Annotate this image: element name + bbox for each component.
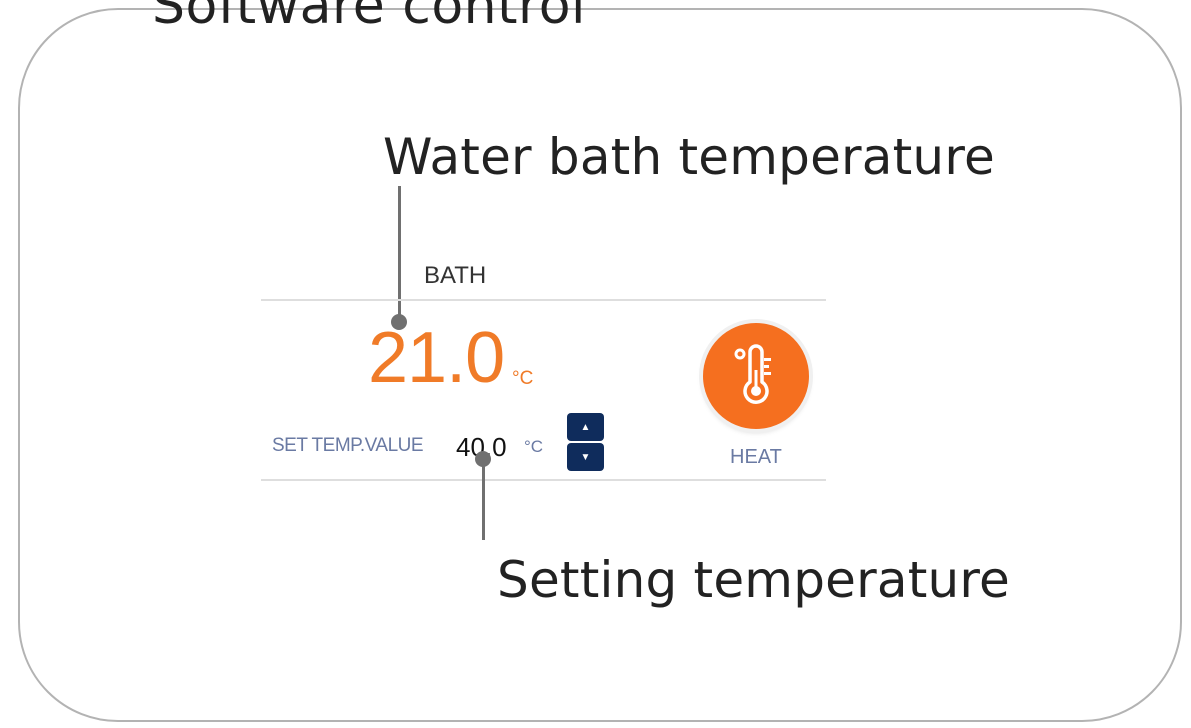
- current-temperature-unit: °C: [512, 368, 534, 389]
- stepper-down-button[interactable]: ▼: [567, 443, 604, 471]
- panel-divider-top: [261, 299, 826, 301]
- frame-title: Software control: [152, 0, 587, 36]
- chevron-down-icon: ▼: [580, 451, 591, 463]
- water-bath-callout: Water bath temperature: [383, 128, 995, 186]
- stepper-up-button[interactable]: ▲: [567, 413, 604, 441]
- water-bath-leader-line: [398, 186, 401, 322]
- software-control-frame: Software control: [18, 0, 1182, 722]
- setting-leader-line: [482, 458, 485, 540]
- bath-label: BATH: [424, 262, 487, 289]
- heat-button[interactable]: [703, 323, 809, 429]
- setting-temperature-callout: Setting temperature: [497, 551, 1011, 609]
- panel-divider-bottom: [261, 479, 826, 481]
- thermometer-icon: [734, 344, 771, 404]
- current-temperature: 21.0: [368, 318, 505, 398]
- chevron-up-icon: ▲: [580, 421, 591, 433]
- heat-label: HEAT: [730, 446, 782, 468]
- set-temp-stepper: ▲ ▼: [567, 413, 604, 471]
- set-temp-label: SET TEMP.VALUE: [272, 435, 424, 456]
- set-temp-unit: °C: [524, 437, 544, 456]
